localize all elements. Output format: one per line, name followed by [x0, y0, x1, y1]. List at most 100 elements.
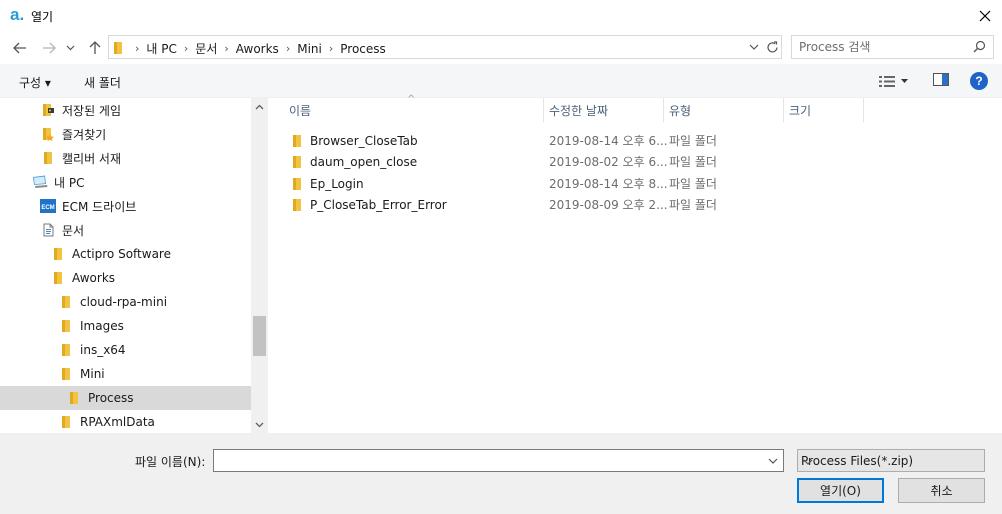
breadcrumb-item[interactable]: Aworks: [231, 42, 284, 56]
nav-item[interactable]: Process: [0, 386, 251, 410]
folder-icon: [292, 134, 302, 151]
file-name: Ep_Login: [310, 176, 364, 191]
preview-pane-button[interactable]: [933, 73, 951, 89]
file-row[interactable]: Browser_CloseTab 2019-08-14 오후 6... 파일 폴…: [280, 130, 750, 151]
forward-button[interactable]: [38, 38, 60, 58]
nav-item-label: Actipro Software: [72, 247, 171, 261]
new-folder-button[interactable]: 새 폴더: [84, 74, 121, 91]
back-button[interactable]: [9, 38, 31, 58]
scroll-down-button[interactable]: [251, 416, 268, 433]
nav-item-label: Aworks: [72, 271, 116, 285]
folder-icon: [50, 270, 66, 286]
file-type: 파일 폴더: [669, 198, 717, 212]
nav-scrollbar[interactable]: [251, 98, 268, 433]
chevron-right-icon[interactable]: ›: [222, 42, 230, 55]
file-row[interactable]: daum_open_close 2019-08-02 오후 6... 파일 폴더: [280, 151, 750, 172]
column-header-date[interactable]: 수정한 날짜: [549, 98, 608, 122]
file-row[interactable]: P_CloseTab_Error_Error 2019-08-09 오후 2..…: [280, 194, 750, 215]
ecm-drive-icon: ECM: [40, 198, 56, 214]
nav-item[interactable]: Aworks: [0, 266, 251, 290]
column-divider[interactable]: [543, 98, 544, 122]
chevron-right-icon[interactable]: ›: [182, 42, 190, 55]
filename-combobox[interactable]: [213, 449, 784, 472]
column-divider[interactable]: [783, 98, 784, 122]
nav-item-label: ins_x64: [80, 343, 126, 357]
nav-item-label: Process: [88, 391, 134, 405]
nav-item[interactable]: 내 PC: [0, 170, 251, 194]
nav-item-label: 문서: [62, 223, 85, 238]
nav-item[interactable]: 캘리버 서재: [0, 146, 251, 170]
nav-item[interactable]: Actipro Software: [0, 242, 251, 266]
folder-icon: [113, 41, 123, 58]
change-view-button[interactable]: [879, 73, 917, 89]
file-name: Browser_CloseTab: [310, 133, 418, 148]
chevron-down-icon: [803, 459, 813, 465]
filename-dropdown[interactable]: [765, 453, 781, 468]
nav-item[interactable]: Mini: [0, 362, 251, 386]
search-input[interactable]: [799, 39, 969, 55]
open-button[interactable]: 열기(O): [797, 478, 884, 503]
address-bar[interactable]: › 내 PC › 문서 › Aworks › Mini › Process: [108, 35, 782, 59]
nav-item-label: cloud-rpa-mini: [80, 295, 168, 309]
filetype-dropdown[interactable]: [801, 454, 815, 469]
app-logo: a.: [10, 5, 25, 24]
file-row[interactable]: Ep_Login 2019-08-14 오후 8... 파일 폴더: [280, 173, 750, 194]
nav-item-label: ECM 드라이브: [62, 199, 137, 214]
address-history-dropdown[interactable]: [745, 39, 763, 55]
chevron-right-icon: ›: [135, 42, 140, 55]
nav-item[interactable]: Images: [0, 314, 251, 338]
nav-item-label: 내 PC: [54, 175, 85, 190]
pc-icon: [32, 174, 48, 190]
file-name: P_CloseTab_Error_Error: [310, 197, 447, 212]
folder-icon: [58, 414, 74, 430]
folder-icon: [50, 246, 66, 262]
breadcrumb-item[interactable]: Process: [335, 42, 391, 56]
favorites-folder-icon: [40, 126, 56, 142]
nav-item-label: 캘리버 서재: [62, 151, 122, 166]
nav-item[interactable]: ins_x64: [0, 338, 251, 362]
column-header-name[interactable]: 이름: [289, 98, 311, 122]
cancel-button[interactable]: 취소: [898, 478, 985, 503]
folder-icon: [292, 177, 302, 194]
chevron-up-icon: [255, 104, 264, 109]
file-date: 2019-08-14 오후 8...: [549, 177, 668, 191]
column-divider[interactable]: [663, 98, 664, 122]
up-button[interactable]: [84, 38, 106, 58]
recent-locations-button[interactable]: [63, 38, 77, 58]
chevron-down-icon: [255, 422, 264, 427]
chevron-down-icon: [901, 79, 908, 83]
nav-item[interactable]: 문서: [0, 218, 251, 242]
breadcrumb-item[interactable]: 문서: [190, 40, 222, 57]
organize-button[interactable]: 구성 ▾: [19, 74, 51, 91]
column-header-size[interactable]: 크기: [789, 98, 811, 122]
chevron-right-icon[interactable]: ›: [327, 42, 335, 55]
nav-item[interactable]: ECM ECM 드라이브: [0, 194, 251, 218]
nav-item[interactable]: 저장된 게임: [0, 98, 251, 122]
nav-item-label: RPAXmlData: [80, 415, 155, 429]
nav-item[interactable]: cloud-rpa-mini: [0, 290, 251, 314]
chevron-down-icon: [66, 45, 74, 51]
scroll-up-button[interactable]: [251, 98, 268, 115]
column-header-type[interactable]: 유형: [669, 98, 691, 122]
chevron-right-icon[interactable]: ›: [284, 42, 292, 55]
folder-icon: [40, 150, 56, 166]
search-icon[interactable]: [973, 40, 986, 56]
nav-item[interactable]: 즐겨찾기: [0, 122, 251, 146]
file-type: 파일 폴더: [669, 134, 717, 148]
refresh-button[interactable]: [762, 37, 782, 57]
nav-item[interactable]: RPAXmlData: [0, 410, 251, 434]
help-button[interactable]: ?: [970, 72, 988, 90]
filetype-select[interactable]: Process Files(*.zip): [797, 449, 985, 472]
filename-input[interactable]: [218, 453, 758, 467]
column-divider[interactable]: [863, 98, 864, 122]
close-button[interactable]: [968, 0, 1002, 32]
scrollbar-thumb[interactable]: [253, 316, 266, 356]
search-box[interactable]: [791, 35, 994, 59]
breadcrumb-item[interactable]: Mini: [292, 42, 327, 56]
breadcrumb-item[interactable]: 내 PC: [141, 40, 181, 57]
nav-item-label: 저장된 게임: [62, 103, 122, 118]
svg-text:ECM: ECM: [41, 205, 54, 211]
chevron-down-icon: [749, 44, 759, 50]
refresh-icon: [766, 40, 778, 52]
file-date: 2019-08-09 오후 2...: [549, 198, 668, 212]
